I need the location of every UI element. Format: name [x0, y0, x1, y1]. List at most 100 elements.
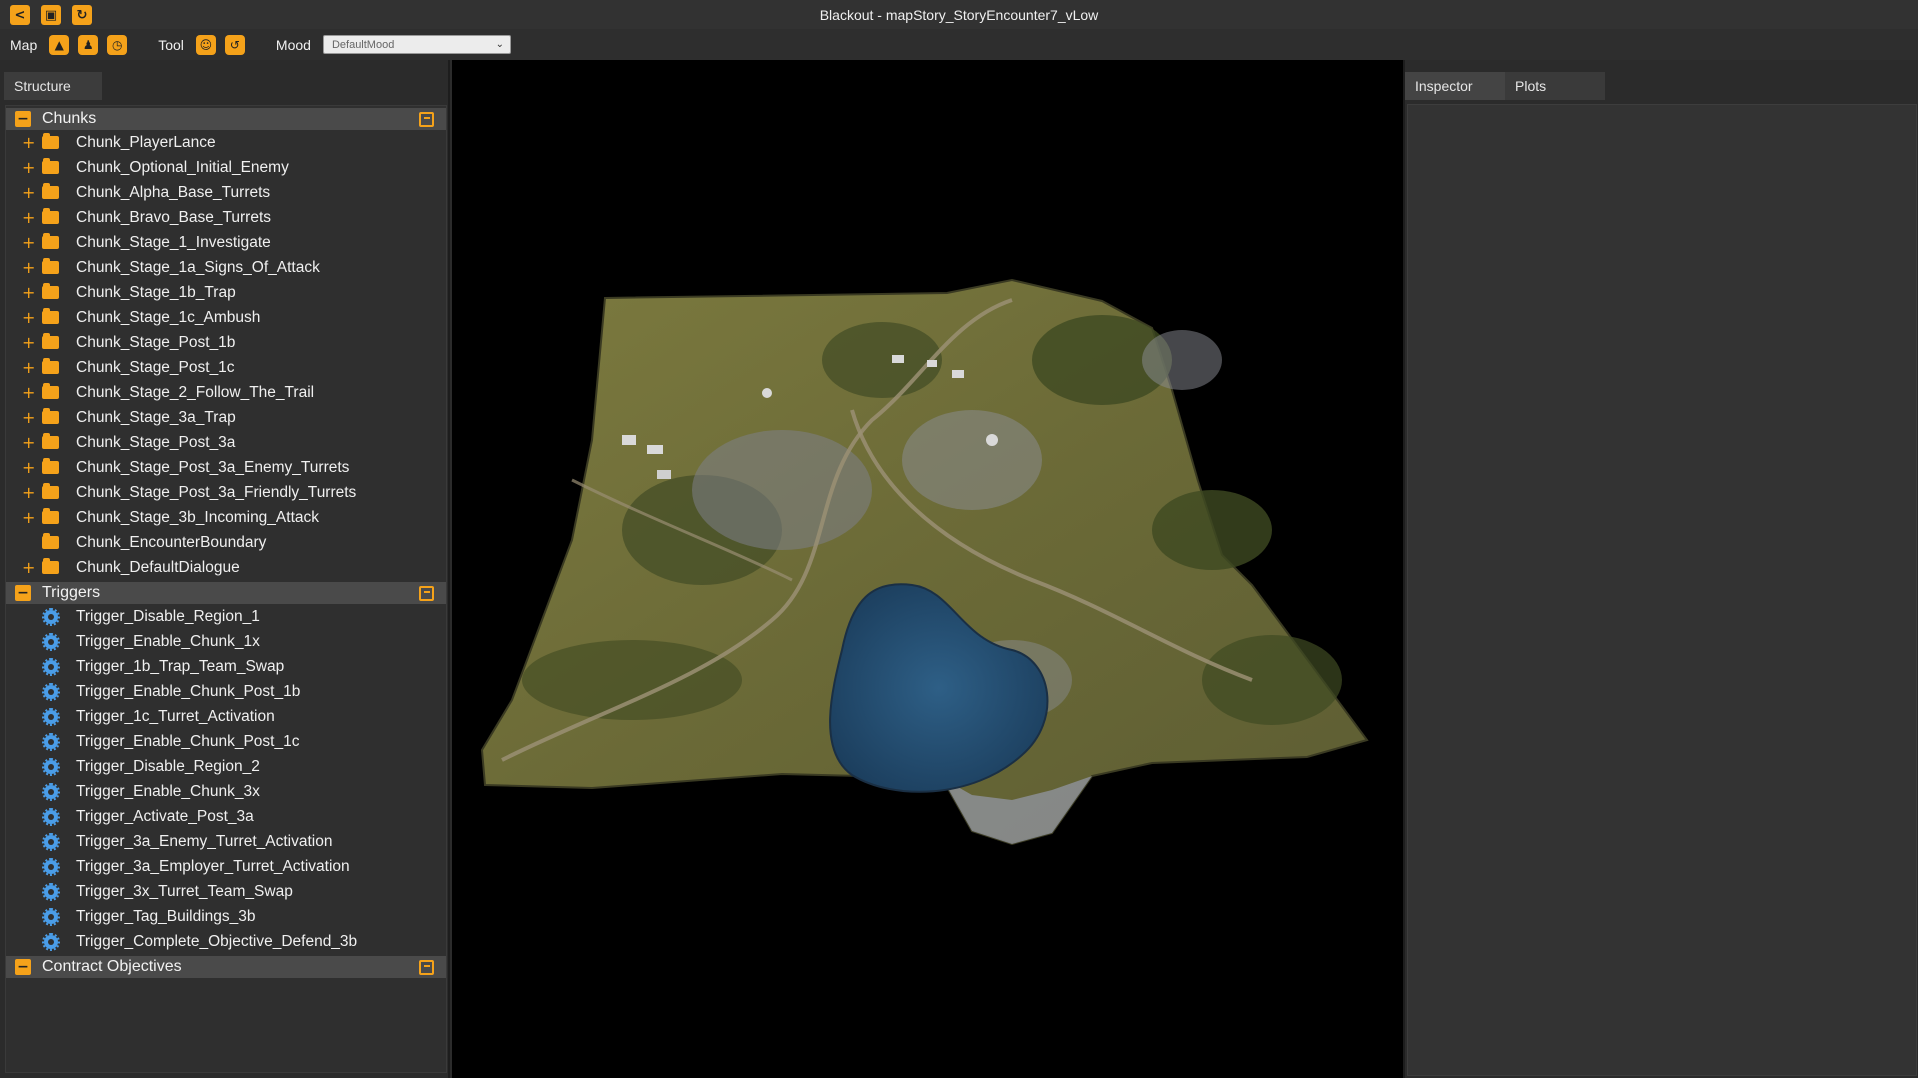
tree-row-chunk[interactable]: + Chunk_Stage_3b_Incoming_Attack [6, 505, 446, 530]
tree-row-trigger[interactable]: Trigger_1c_Turret_Activation [6, 704, 446, 729]
expand-icon[interactable]: + [22, 483, 36, 502]
expand-icon[interactable]: + [22, 383, 36, 402]
tree-row-trigger[interactable]: Trigger_3x_Turret_Team_Swap [6, 879, 446, 904]
tool-label: Tool [158, 36, 184, 53]
tree-row-trigger[interactable]: Trigger_Enable_Chunk_Post_1c [6, 729, 446, 754]
expand-icon[interactable]: + [22, 433, 36, 452]
select-tool-icon[interactable]: ☺ [195, 34, 216, 55]
expand-icon[interactable]: + [22, 308, 36, 327]
tree-row-chunk[interactable]: + Chunk_Bravo_Base_Turrets [6, 205, 446, 230]
mood-select[interactable]: DefaultMood ⌄ [322, 35, 511, 54]
tree-row-chunk[interactable]: + Chunk_Optional_Initial_Enemy [6, 155, 446, 180]
expand-icon[interactable]: + [22, 208, 36, 227]
tree-row-chunk[interactable]: + Chunk_Stage_2_Follow_The_Trail [6, 380, 446, 405]
clock-icon[interactable]: ◷ [107, 34, 128, 55]
spawn-icon[interactable]: ♟ [78, 34, 99, 55]
section-contract-objectives[interactable]: − Contract Objectives [6, 956, 446, 978]
tree-row-chunk[interactable]: + Chunk_Stage_1b_Trap [6, 280, 446, 305]
folder-icon [42, 408, 59, 424]
expand-icon[interactable]: + [22, 508, 36, 527]
tree-row-label: Trigger_3a_Enemy_Turret_Activation [76, 832, 333, 850]
tree-row-chunk[interactable]: + Chunk_Stage_Post_3a [6, 430, 446, 455]
gear-icon [42, 857, 60, 876]
section-chunks[interactable]: − Chunks [6, 108, 446, 130]
expand-icon[interactable]: + [22, 558, 36, 577]
gear-icon [42, 807, 60, 826]
section-triggers[interactable]: − Triggers [6, 582, 446, 604]
tree-row-trigger[interactable]: Trigger_Enable_Chunk_Post_1b [6, 679, 446, 704]
tree-row-label: Trigger_3a_Employer_Turret_Activation [76, 857, 350, 875]
toolbar: Map ▲ ♟ ◷ Tool ☺ ↺ Mood DefaultMood ⌄ [0, 29, 1918, 60]
expand-icon[interactable]: + [22, 258, 36, 277]
rotate-tool-icon[interactable]: ↺ [224, 34, 245, 55]
tree-row-chunk[interactable]: + Chunk_Stage_Post_3a_Enemy_Turrets [6, 455, 446, 480]
tree-row-label: Trigger_Complete_Objective_Defend_3b [76, 932, 358, 950]
collapse-icon[interactable]: − [15, 111, 31, 127]
tree-row-chunk[interactable]: + Chunk_Stage_1_Investigate [6, 230, 446, 255]
tree-row-label: Chunk_Optional_Initial_Enemy [76, 158, 289, 176]
expand-icon[interactable]: + [22, 283, 36, 302]
tree-row-trigger[interactable]: Trigger_Complete_Objective_Defend_3b [6, 929, 446, 954]
folder-icon [42, 333, 59, 349]
tree-row-chunk[interactable]: + Chunk_Stage_3a_Trap [6, 405, 446, 430]
tree-row-chunk[interactable]: + Chunk_Stage_Post_1b [6, 330, 446, 355]
section-title: Chunks [42, 110, 97, 127]
gear-icon [42, 732, 60, 751]
expand-icon[interactable]: + [22, 233, 36, 252]
collapse-icon[interactable]: − [15, 585, 31, 601]
tree-row-trigger[interactable]: Trigger_Disable_Region_1 [6, 604, 446, 629]
mood-select-value: DefaultMood [331, 38, 395, 51]
tree-row-trigger[interactable]: Trigger_1b_Trap_Team_Swap [6, 654, 446, 679]
tree-row-label: Chunk_EncounterBoundary [76, 533, 267, 551]
collapse-all-icon[interactable] [419, 112, 434, 127]
tree-row-chunk[interactable]: + Chunk_DefaultDialogue [6, 555, 446, 580]
expand-icon[interactable]: + [22, 183, 36, 202]
collapse-all-icon[interactable] [419, 586, 434, 601]
expand-icon[interactable]: + [22, 408, 36, 427]
structure-panel: Structure − Chunks + Chunk_PlayerLance + Ch… [0, 60, 450, 1078]
map-viewport[interactable] [452, 60, 1403, 1078]
tree-row-label: Chunk_DefaultDialogue [76, 558, 240, 576]
tree-row-trigger[interactable]: Trigger_Enable_Chunk_1x [6, 629, 446, 654]
expand-icon[interactable]: + [22, 158, 36, 177]
expand-icon[interactable]: + [22, 358, 36, 377]
tree-row-label: Chunk_Stage_3a_Trap [76, 408, 236, 426]
tree-row-label: Trigger_1c_Turret_Activation [76, 707, 275, 725]
folder-icon [42, 533, 59, 549]
folder-icon [42, 558, 59, 574]
tree-row-chunk[interactable]: Chunk_EncounterBoundary [6, 530, 446, 555]
tree-row-label: Trigger_Enable_Chunk_Post_1b [76, 682, 301, 700]
tree-row-trigger[interactable]: Trigger_3a_Enemy_Turret_Activation [6, 829, 446, 854]
tree-row-chunk[interactable]: + Chunk_Alpha_Base_Turrets [6, 180, 446, 205]
collapse-icon[interactable]: − [15, 959, 31, 975]
tree-row-chunk[interactable]: + Chunk_PlayerLance [6, 130, 446, 155]
tree-row-label: Trigger_Disable_Region_1 [76, 607, 260, 625]
terrain-icon[interactable]: ▲ [49, 34, 70, 55]
tree-row-chunk[interactable]: + Chunk_Stage_Post_3a_Friendly_Turrets [6, 480, 446, 505]
gear-icon [42, 907, 60, 926]
tree-row-trigger[interactable]: Trigger_Activate_Post_3a [6, 804, 446, 829]
tab-inspector[interactable]: Inspector [1405, 72, 1505, 100]
tree-row-label: Chunk_Bravo_Base_Turrets [76, 208, 271, 226]
expand-icon[interactable]: + [22, 333, 36, 352]
tree-row-trigger[interactable]: Trigger_3a_Employer_Turret_Activation [6, 854, 446, 879]
expand-icon[interactable]: + [22, 458, 36, 477]
expand-icon[interactable]: + [22, 133, 36, 152]
tree-row-label: Chunk_Stage_1a_Signs_Of_Attack [76, 258, 320, 276]
tree-row-chunk[interactable]: + Chunk_Stage_Post_1c [6, 355, 446, 380]
gear-icon [42, 782, 60, 801]
folder-icon [42, 458, 59, 474]
tree-row-label: Trigger_Enable_Chunk_Post_1c [76, 732, 300, 750]
tree-row-trigger[interactable]: Trigger_Enable_Chunk_3x [6, 779, 446, 804]
tree-row-chunk[interactable]: + Chunk_Stage_1a_Signs_Of_Attack [6, 255, 446, 280]
section-title: Contract Objectives [42, 958, 182, 975]
tab-plots[interactable]: Plots [1505, 72, 1605, 100]
tree-row-label: Chunk_Stage_1c_Ambush [76, 308, 261, 326]
structure-tree: − Chunks + Chunk_PlayerLance + Chunk_Option… [5, 105, 447, 1073]
collapse-all-icon[interactable] [419, 960, 434, 975]
tab-structure[interactable]: Structure [4, 72, 102, 100]
gear-icon [42, 757, 60, 776]
tree-row-trigger[interactable]: Trigger_Disable_Region_2 [6, 754, 446, 779]
tree-row-trigger[interactable]: Trigger_Tag_Buildings_3b [6, 904, 446, 929]
tree-row-chunk[interactable]: + Chunk_Stage_1c_Ambush [6, 305, 446, 330]
